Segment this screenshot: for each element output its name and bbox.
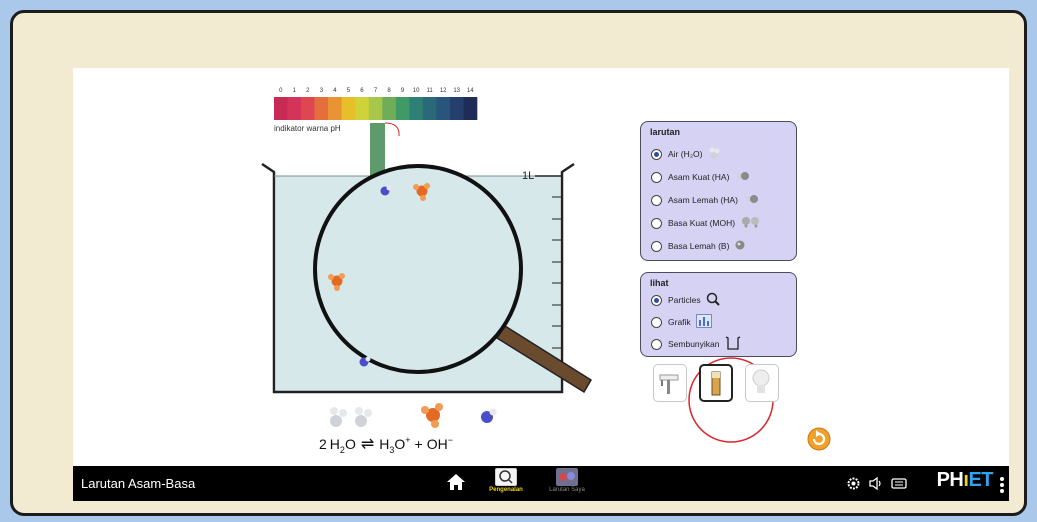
phet-logo[interactable]: PHıET	[937, 469, 994, 492]
solution-panel: larutan Air (H₂O) Asam Kuat (HA) Asam Lema…	[640, 121, 797, 261]
ph-scale-number: 8	[387, 88, 391, 94]
ph-color-swatch	[436, 97, 451, 120]
home-button[interactable]	[445, 471, 467, 498]
ph-color-swatch	[409, 97, 424, 120]
ph-meter-icon	[659, 374, 679, 394]
settings-icon[interactable]	[846, 476, 861, 491]
view-panel: lihat Particles Grafik Sembunyikan	[640, 272, 797, 357]
ph-scale-number: 1	[293, 88, 297, 94]
radio-button[interactable]	[651, 148, 662, 160]
ph-scale-number: 3	[320, 88, 324, 94]
solution-option-label: Air (H₂O)	[668, 149, 703, 159]
view-option[interactable]: Grafik	[651, 314, 712, 330]
ph-indicator-label: indikator warna pH	[274, 124, 341, 133]
strong-base-molecule-icon	[740, 216, 762, 230]
radio-button[interactable]	[651, 294, 662, 306]
strong-acid-molecule-icon	[734, 171, 750, 183]
home-icon	[447, 474, 465, 490]
screen-label: Larutan Saya	[549, 487, 585, 493]
conductivity-tool-button[interactable]	[745, 364, 779, 402]
radio-button[interactable]	[651, 217, 662, 229]
ph-scale-number: 12	[440, 88, 447, 94]
screen-label: Pengenalan	[489, 487, 523, 493]
weak-base-molecule-icon	[734, 239, 746, 253]
water-molecule-icon	[707, 147, 721, 161]
ph-color-swatch	[287, 97, 302, 120]
radio-button[interactable]	[651, 316, 662, 328]
my-solution-thumbnail-icon	[556, 468, 578, 486]
magnifier-icon	[495, 468, 517, 486]
solution-panel-title: larutan	[650, 127, 681, 137]
ph-scale-number: 10	[413, 88, 420, 94]
light-bulb-icon	[752, 369, 770, 393]
keyboard-help-icon[interactable]	[891, 476, 907, 491]
view-option-label: Sembunyikan	[668, 339, 720, 349]
solution-option[interactable]: Asam Kuat (HA)	[651, 170, 750, 184]
ph-color-swatch	[274, 97, 288, 120]
ph-color-swatch	[449, 97, 464, 120]
screen-button-intro[interactable]: Pengenalan	[478, 468, 534, 500]
ph-scale-number: 9	[401, 88, 405, 94]
radio-button[interactable]	[651, 240, 662, 252]
solution-option-label: Basa Kuat (MOH)	[668, 218, 736, 228]
solution-option[interactable]: Basa Lemah (B)	[651, 239, 746, 253]
ph-paper-tab	[384, 122, 400, 137]
ph-meter-tool-button[interactable]	[653, 364, 687, 402]
solution-option[interactable]: Basa Kuat (MOH)	[651, 216, 762, 230]
reaction-equation: 2 H2O ⇌ H3O+ + OH−	[319, 435, 453, 455]
ph-color-swatch	[301, 97, 315, 120]
ph-scale-number: 5	[347, 88, 351, 94]
ph-color-swatch	[341, 97, 356, 120]
navigation-bar: Larutan Asam-Basa Pengenalan Larutan Say…	[73, 466, 1009, 501]
sim-title: Larutan Asam-Basa	[81, 476, 196, 491]
solution-option-label: Asam Kuat (HA)	[668, 172, 730, 182]
water-molecules-icon	[330, 407, 372, 427]
ph-scale-number: 7	[374, 88, 378, 94]
play-area: 0 1 2 3 4 5 6 7 8 9 10 11 12 13 14 indikator warna pH	[261, 88, 831, 455]
ph-scale-number: 2	[306, 88, 310, 94]
solution-option-label: Basa Lemah (B)	[668, 241, 730, 251]
ph-color-swatch	[314, 97, 329, 120]
solution-option-label: Asam Lemah (HA)	[668, 195, 738, 205]
view-option-label: Particles	[668, 295, 701, 305]
radio-button[interactable]	[651, 171, 662, 183]
reset-button[interactable]	[807, 427, 831, 451]
magnifier-icon	[706, 292, 720, 308]
hydroxide-molecule-icon	[481, 408, 497, 423]
screen-button-my-solution[interactable]: Larutan Saya	[539, 468, 595, 500]
ph-scale-number: 11	[427, 88, 434, 94]
ph-color-swatch	[422, 97, 437, 120]
view-option[interactable]: Sembunyikan	[651, 336, 741, 352]
bar-graph-icon	[695, 314, 712, 330]
ph-scale-number: 13	[453, 88, 460, 94]
solution-option[interactable]: Air (H₂O)	[651, 147, 721, 161]
beaker-volume-label: 1L	[522, 170, 534, 182]
solution-option[interactable]: Asam Lemah (HA)	[651, 193, 759, 207]
radio-button[interactable]	[651, 194, 662, 206]
simulation-area: 0 1 2 3 4 5 6 7 8 9 10 11 12 13 14 indikator warna pH	[73, 68, 1009, 501]
ph-scale-number: 6	[360, 88, 364, 94]
ph-color-swatch	[382, 97, 397, 120]
app-frame: 0 1 2 3 4 5 6 7 8 9 10 11 12 13 14 indikator warna pH	[10, 10, 1027, 516]
radio-button[interactable]	[651, 338, 662, 350]
view-panel-title: lihat	[650, 278, 669, 288]
view-option[interactable]: Particles	[651, 292, 720, 308]
ph-paper-icon	[711, 371, 721, 396]
menu-icon[interactable]	[999, 477, 1005, 495]
view-option-label: Grafik	[668, 317, 691, 327]
ph-scale-number: 4	[333, 88, 337, 94]
ph-color-swatch	[395, 97, 410, 120]
ph-paper-tool-button[interactable]	[699, 364, 733, 402]
hydronium-molecule-icon	[421, 403, 443, 428]
weak-acid-molecule-icon	[743, 194, 759, 206]
ph-color-swatch	[355, 97, 370, 120]
ph-color-swatch	[368, 97, 383, 120]
ph-color-swatch	[328, 97, 342, 120]
empty-beaker-icon	[725, 336, 741, 352]
ph-color-swatch	[463, 97, 478, 120]
ph-scale-number: 14	[467, 88, 474, 94]
ph-scale-number: 0	[279, 88, 283, 94]
magnifier-lens	[313, 164, 523, 374]
sound-icon[interactable]	[868, 476, 884, 491]
